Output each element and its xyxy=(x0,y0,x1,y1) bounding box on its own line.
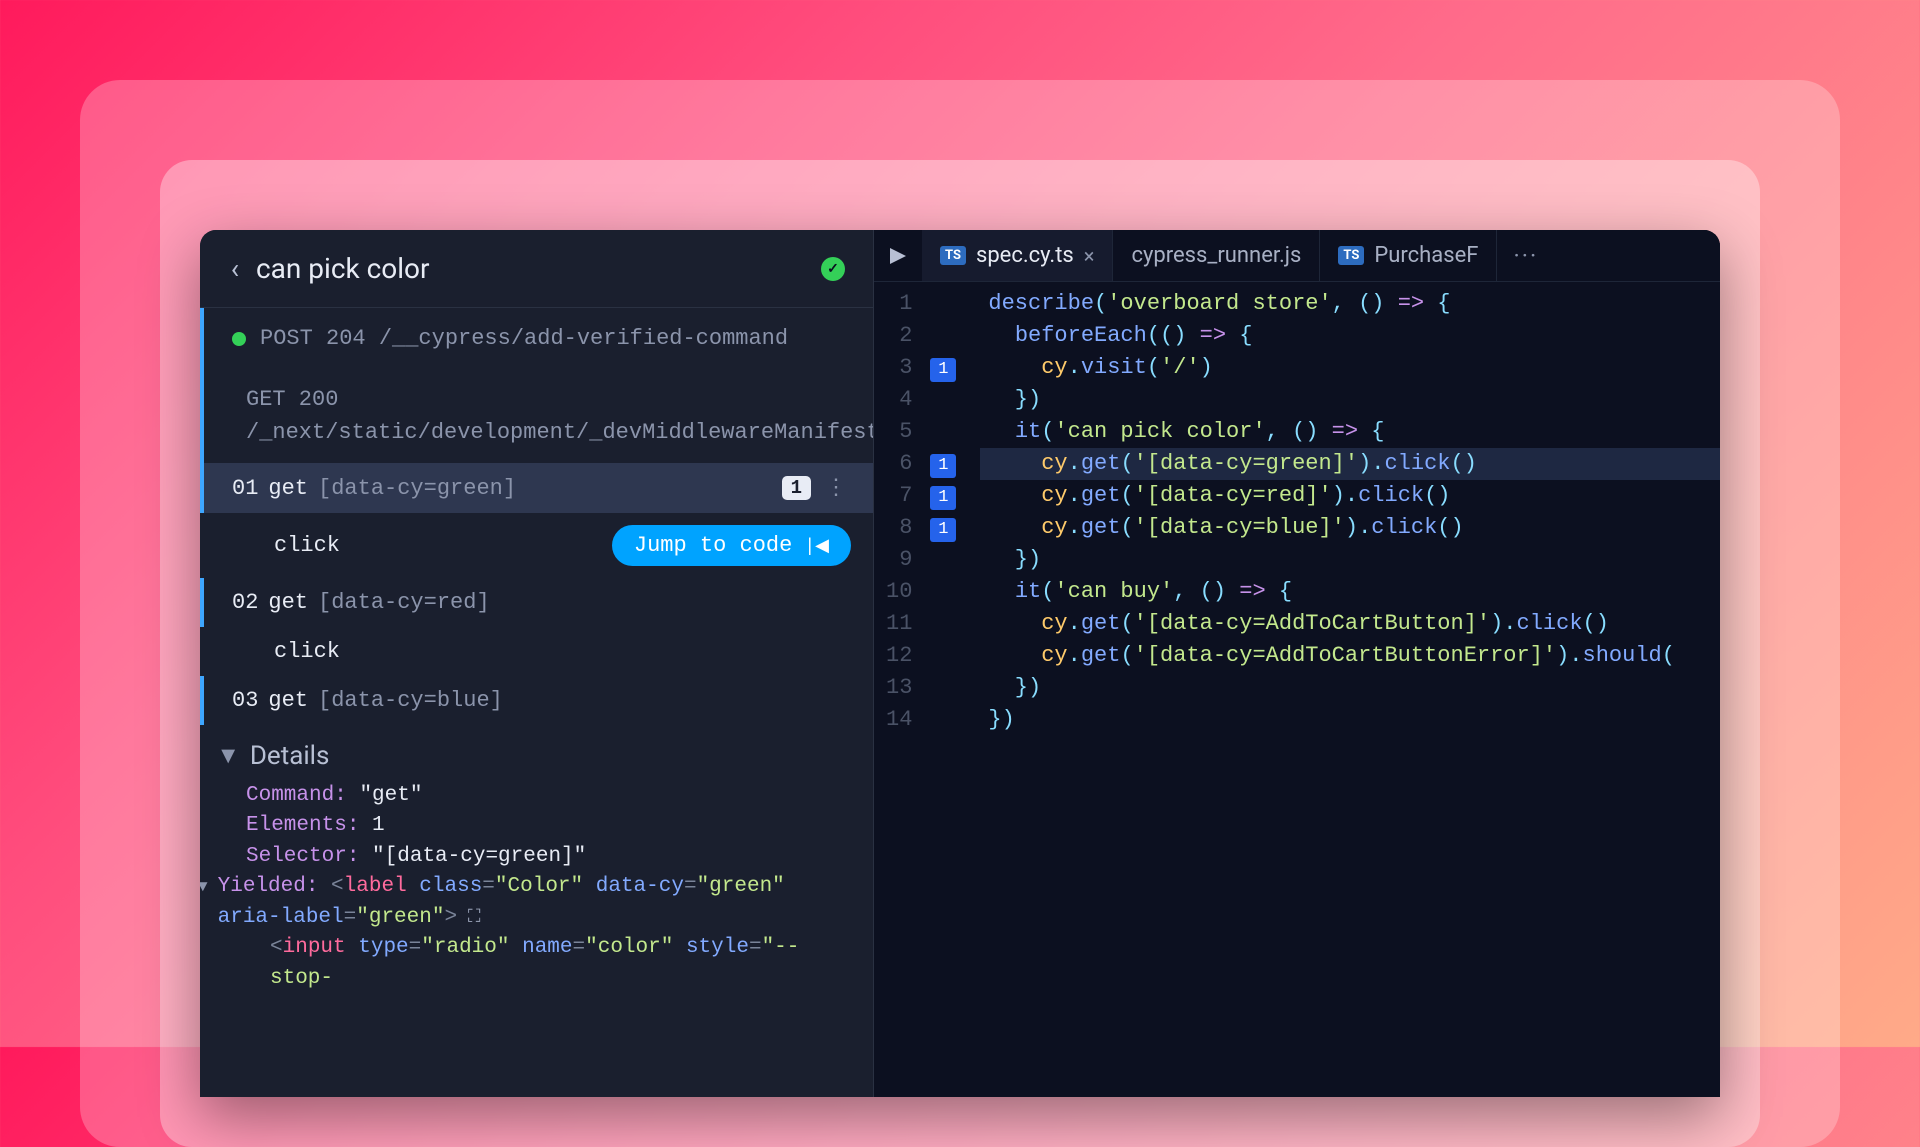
typescript-icon: TS xyxy=(940,246,966,265)
editor-tab[interactable]: TS spec.cy.ts × xyxy=(922,230,1113,281)
code-line[interactable]: cy.get('[data-cy=AddToCartButton]').clic… xyxy=(980,608,1720,640)
disclosure-triangle-icon[interactable]: ▼ xyxy=(200,876,208,899)
network-text: POST 204 /__cypress/add-verified-command xyxy=(260,322,788,355)
log-command: click xyxy=(274,533,340,558)
code-line[interactable]: beforeEach(() => { xyxy=(980,320,1720,352)
log-selector: [data-cy=green] xyxy=(318,476,516,501)
code-body: describe('overboard store', () => { befo… xyxy=(962,282,1720,1097)
tabs-overflow-icon[interactable]: ··· xyxy=(1497,242,1554,270)
yielded-row: ▼ Yielded: <label class="Color" data-cy=… xyxy=(200,872,851,933)
log-num: 03 xyxy=(232,688,258,713)
tab-label: cypress_runner.js xyxy=(1131,243,1301,268)
code-line[interactable]: it('can pick color', () => { xyxy=(980,416,1720,448)
log-num: 01 xyxy=(232,476,258,501)
command-log-row[interactable]: 02 get [data-cy=red] xyxy=(200,578,873,627)
editor-tabs: TS spec.cy.ts × cypress_runner.js TS Purchase… xyxy=(874,230,1720,282)
disclosure-triangle-icon[interactable]: ▶ xyxy=(218,749,239,763)
app-window: ‹ can pick color ✓ POST 204 /__cypress/a… xyxy=(200,230,1720,1097)
line-number-gutter: 1234567891011121314 xyxy=(874,282,924,1097)
command-log-row[interactable]: 03 get [data-cy=blue] xyxy=(200,676,873,725)
detail-selector-value: "[data-cy=green]" xyxy=(372,845,586,868)
detail-selector-label: Selector: xyxy=(246,845,359,868)
editor-tab[interactable]: TS PurchaseF xyxy=(1320,230,1497,281)
back-icon[interactable]: ‹ xyxy=(228,257,242,281)
code-line[interactable]: describe('overboard store', () => { xyxy=(980,288,1720,320)
code-line[interactable]: it('can buy', () => { xyxy=(980,576,1720,608)
network-log-row[interactable]: POST 204 /__cypress/add-verified-command xyxy=(200,308,873,369)
hit-count-gutter: 00100111000000 xyxy=(924,282,962,1097)
detail-elements-value: 1 xyxy=(372,814,385,837)
details-body: Command: "get" Elements: 1 Selector: "[d… xyxy=(222,781,851,994)
code-line[interactable]: }) xyxy=(980,384,1720,416)
log-command: get xyxy=(268,590,308,615)
jump-to-code-button[interactable]: Jump to code |◀ xyxy=(612,525,851,566)
code-editor[interactable]: 1234567891011121314 00100111000000 descr… xyxy=(874,282,1720,1097)
detail-command-label: Command: xyxy=(246,784,347,807)
code-line[interactable]: cy.get('[data-cy=red]').click() xyxy=(980,480,1720,512)
hit-count-badge[interactable]: 1 xyxy=(930,518,956,542)
log-selector: [data-cy=blue] xyxy=(318,688,503,713)
status-dot-icon xyxy=(232,332,246,346)
log-command: click xyxy=(274,639,340,664)
code-line[interactable]: cy.get('[data-cy=green]').click() xyxy=(980,448,1720,480)
code-line[interactable]: cy.get('[data-cy=AddToCartButtonError]')… xyxy=(980,640,1720,672)
network-text: GET 200 /_next/static/development/_devMi… xyxy=(246,383,873,449)
editor-panel: TS spec.cy.ts × cypress_runner.js TS Purchase… xyxy=(874,230,1720,1097)
test-header: ‹ can pick color ✓ xyxy=(200,230,873,308)
log-selector: [data-cy=red] xyxy=(318,590,490,615)
code-line[interactable]: cy.get('[data-cy=blue]').click() xyxy=(980,512,1720,544)
details-panel: ▶ Details Command: "get" Elements: 1 Sel… xyxy=(200,725,873,1010)
log-count-badge: 1 xyxy=(782,476,811,500)
log-command: get xyxy=(268,688,308,713)
command-log[interactable]: POST 204 /__cypress/add-verified-command… xyxy=(200,308,873,1097)
details-heading: Details xyxy=(250,741,330,771)
editor-tab[interactable]: cypress_runner.js xyxy=(1113,230,1320,281)
command-log-panel: ‹ can pick color ✓ POST 204 /__cypress/a… xyxy=(200,230,874,1097)
log-command: get xyxy=(268,476,308,501)
code-line[interactable]: }) xyxy=(980,704,1720,736)
tab-label: PurchaseF xyxy=(1374,243,1478,268)
close-icon[interactable]: × xyxy=(1084,244,1095,268)
skip-back-icon: |◀ xyxy=(804,535,829,557)
command-log-row[interactable]: click xyxy=(200,627,873,676)
inspect-icon[interactable]: ⛶ xyxy=(457,908,480,928)
command-log-row[interactable]: click Jump to code |◀ xyxy=(200,513,873,578)
play-icon[interactable] xyxy=(874,246,922,266)
code-line[interactable]: }) xyxy=(980,672,1720,704)
detail-command-value: "get" xyxy=(359,784,422,807)
code-line[interactable]: cy.visit('/') xyxy=(980,352,1720,384)
more-icon[interactable]: ⋮ xyxy=(821,475,851,501)
test-title: can pick color xyxy=(256,252,807,285)
typescript-icon: TS xyxy=(1338,246,1364,265)
command-log-row[interactable]: 01 get [data-cy=green] 1 ⋮ xyxy=(200,463,873,513)
hit-count-badge[interactable]: 1 xyxy=(930,486,956,510)
detail-yielded-label: Yielded: xyxy=(218,875,319,898)
status-pass-icon: ✓ xyxy=(821,257,845,281)
log-num: 02 xyxy=(232,590,258,615)
tab-label: spec.cy.ts xyxy=(976,243,1074,268)
code-line[interactable]: }) xyxy=(980,544,1720,576)
details-header[interactable]: ▶ Details xyxy=(222,741,851,781)
network-log-row[interactable]: GET 200 /_next/static/development/_devMi… xyxy=(200,369,873,463)
hit-count-badge[interactable]: 1 xyxy=(930,358,956,382)
detail-elements-label: Elements: xyxy=(246,814,359,837)
yielded-inner-element: <input type="radio" name="color" style="… xyxy=(246,933,851,994)
hit-count-badge[interactable]: 1 xyxy=(930,454,956,478)
